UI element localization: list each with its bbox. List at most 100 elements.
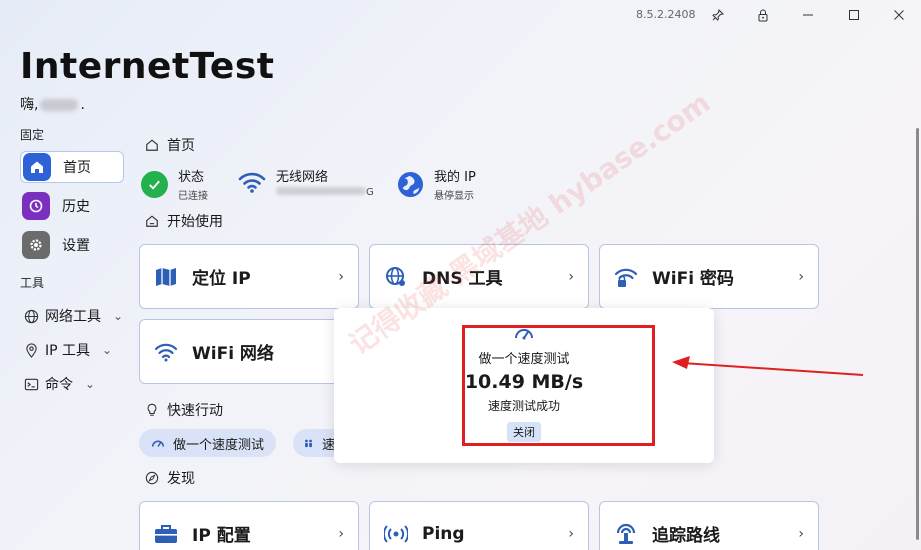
sidebar-item-settings[interactable]: 设置 bbox=[20, 229, 124, 261]
status-value: 已连接 bbox=[178, 191, 208, 202]
status-connected: 状态 已连接 bbox=[141, 166, 208, 202]
sidebar-item-label: 首页 bbox=[63, 160, 91, 176]
card-label: DNS 工具 bbox=[422, 269, 503, 289]
maximize-button[interactable] bbox=[843, 6, 865, 24]
pinned-section-label: 固定 bbox=[20, 128, 45, 142]
greeting-end: . bbox=[80, 97, 85, 113]
card-label: WiFi 网络 bbox=[192, 344, 274, 364]
sidebar-item-label: 设置 bbox=[62, 238, 90, 254]
annotation-arrow bbox=[672, 356, 864, 376]
sidebar-tool-label: IP 工具 bbox=[45, 343, 91, 359]
wifi-ssid-suffix: G bbox=[366, 187, 374, 198]
chevron-down-icon: ⌄ bbox=[102, 343, 113, 357]
sidebar-tool-label: 命令 bbox=[45, 377, 73, 393]
sidebar-item-ip-tools[interactable]: IP 工具 ⌄ bbox=[24, 340, 112, 360]
card-label: IP 配置 bbox=[192, 526, 251, 546]
sidebar-item-network-tools[interactable]: 网络工具 ⌄ bbox=[24, 306, 123, 326]
sidebar-item-home[interactable]: 首页 bbox=[20, 151, 124, 183]
chevron-down-icon: ⌄ bbox=[113, 309, 124, 323]
terminal-icon bbox=[24, 378, 39, 390]
get-started-heading: 开始使用 bbox=[145, 211, 223, 231]
card-label: Ping bbox=[422, 523, 465, 544]
card-wifi-password[interactable]: WiFi 密码 › bbox=[599, 244, 819, 309]
username-redacted bbox=[40, 99, 79, 111]
chevron-right-icon: › bbox=[568, 525, 574, 542]
chevron-down-icon: ⌄ bbox=[85, 377, 96, 391]
discover-label: 发现 bbox=[167, 471, 195, 487]
pin-button[interactable] bbox=[707, 6, 729, 24]
history-icon bbox=[22, 192, 50, 220]
chevron-right-icon: › bbox=[798, 525, 804, 542]
globe-person-icon bbox=[397, 171, 424, 197]
sidebar-item-history[interactable]: 历史 bbox=[20, 190, 124, 222]
lock-button[interactable] bbox=[752, 6, 774, 24]
minimize-button[interactable] bbox=[797, 6, 819, 24]
home-start-icon bbox=[146, 215, 158, 227]
gear-icon bbox=[22, 231, 50, 259]
close-button[interactable] bbox=[888, 6, 910, 24]
map-icon bbox=[154, 265, 178, 289]
quick-action-second[interactable]: 速 bbox=[293, 429, 335, 457]
people-icon bbox=[305, 439, 312, 448]
breadcrumb-label: 首页 bbox=[167, 138, 195, 154]
ssid-redacted bbox=[276, 187, 366, 195]
discover-heading: 发现 bbox=[145, 468, 195, 488]
maximize-icon bbox=[849, 10, 859, 20]
quick-action-speed-test[interactable]: 做一个速度测试 bbox=[139, 429, 277, 457]
scrollbar[interactable] bbox=[916, 128, 919, 540]
speedometer-icon bbox=[151, 440, 165, 447]
chip-label: 做一个速度测试 bbox=[173, 437, 265, 453]
minimize-icon bbox=[803, 14, 813, 16]
app-version: 8.5.2.2408 bbox=[636, 8, 696, 21]
wifi-title: 无线网络 bbox=[276, 170, 329, 185]
ping-icon bbox=[384, 522, 408, 546]
status-title: 状态 bbox=[178, 170, 205, 185]
chevron-right-icon: › bbox=[798, 268, 804, 285]
card-ip-config[interactable]: IP 配置 › bbox=[139, 501, 359, 550]
lock-icon bbox=[758, 9, 768, 21]
my-ip-title: 我的 IP bbox=[434, 170, 476, 185]
card-wifi-networks[interactable]: WiFi 网络 bbox=[139, 319, 359, 384]
compass-icon bbox=[145, 471, 159, 485]
home-icon bbox=[23, 153, 51, 181]
route-icon bbox=[614, 522, 638, 546]
location-icon bbox=[26, 342, 37, 358]
card-label: 定位 IP bbox=[192, 269, 251, 289]
my-ip-hint: 悬停显示 bbox=[434, 191, 474, 202]
chevron-right-icon: › bbox=[568, 268, 574, 285]
wifi-ssid: G bbox=[276, 187, 374, 198]
quick-actions-label: 快速行动 bbox=[167, 403, 223, 419]
card-ping[interactable]: Ping › bbox=[369, 501, 589, 550]
pin-icon bbox=[712, 9, 724, 21]
check-circle-icon bbox=[141, 170, 168, 198]
chevron-right-icon: › bbox=[338, 525, 344, 542]
card-locate-ip[interactable]: 定位 IP › bbox=[139, 244, 359, 309]
wifi-icon bbox=[238, 172, 266, 193]
card-dns-tools[interactable]: DNS 工具 › bbox=[369, 244, 589, 309]
card-label: 追踪路线 bbox=[652, 526, 720, 546]
breadcrumb: 首页 bbox=[145, 135, 195, 155]
status-my-ip[interactable]: 我的 IP 悬停显示 bbox=[397, 166, 476, 202]
get-started-label: 开始使用 bbox=[167, 214, 223, 230]
dns-globe-icon bbox=[384, 265, 408, 289]
wifi-lock-icon bbox=[614, 265, 638, 289]
toolbox-icon bbox=[154, 522, 178, 546]
home-outline-icon bbox=[146, 139, 158, 151]
sidebar-item-label: 历史 bbox=[62, 199, 90, 215]
app-title: InternetTest bbox=[20, 46, 275, 87]
tools-section-label: 工具 bbox=[20, 276, 45, 290]
lightbulb-icon bbox=[147, 403, 157, 416]
annotation-highlight-box bbox=[462, 325, 655, 446]
quick-actions-heading: 快速行动 bbox=[145, 400, 223, 420]
card-trace-route[interactable]: 追踪路线 › bbox=[599, 501, 819, 550]
globe-icon bbox=[24, 309, 39, 323]
greeting: 嗨,. bbox=[20, 94, 85, 114]
greeting-text: 嗨, bbox=[20, 97, 39, 113]
status-wifi: 无线网络 G bbox=[238, 166, 374, 198]
chevron-right-icon: › bbox=[338, 268, 344, 285]
sidebar-tool-label: 网络工具 bbox=[45, 309, 101, 325]
wifi-icon bbox=[154, 340, 178, 364]
sidebar-item-commands[interactable]: 命令 ⌄ bbox=[24, 374, 95, 394]
card-label: WiFi 密码 bbox=[652, 269, 734, 289]
close-icon bbox=[894, 10, 904, 20]
